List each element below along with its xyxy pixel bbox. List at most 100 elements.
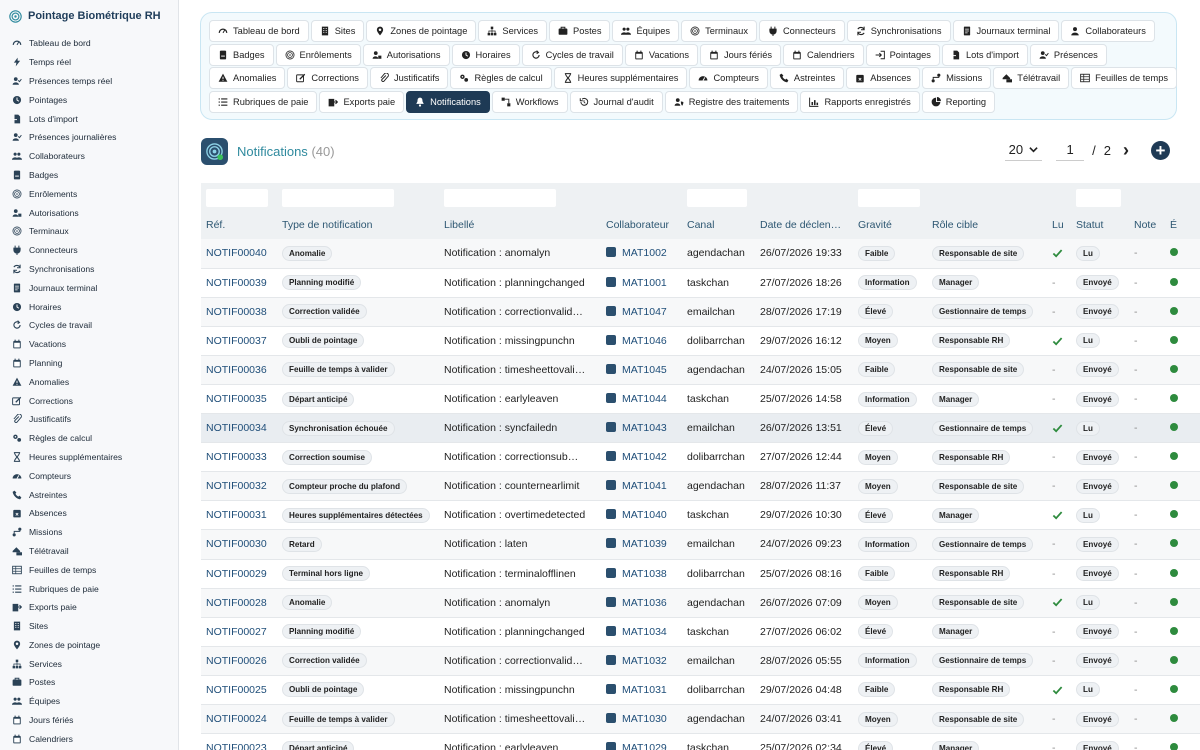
collaborator-link[interactable]: MAT1043 xyxy=(622,422,667,434)
ref-link[interactable]: NOTIF00039 xyxy=(206,277,267,289)
sidebar-item-calendriers[interactable]: Calendriers xyxy=(0,729,178,748)
tab-zones-de-pointage[interactable]: Zones de pointage xyxy=(366,19,477,42)
ref-link[interactable]: NOTIF00035 xyxy=(206,393,267,405)
cell-collaborateur[interactable]: MAT1039 xyxy=(601,530,682,559)
sidebar-item-presences-temps-reel[interactable]: Présences temps réel xyxy=(0,72,178,91)
ref-link[interactable]: NOTIF00033 xyxy=(206,451,267,463)
column-header-e[interactable]: É xyxy=(1165,210,1200,239)
tab-connecteurs[interactable]: Connecteurs xyxy=(758,19,845,42)
cell-ref[interactable]: NOTIF00027 xyxy=(201,617,277,646)
sidebar-item-journaux-terminal[interactable]: Journaux terminal xyxy=(0,278,178,297)
sidebar-item-pointages[interactable]: Pointages xyxy=(0,90,178,109)
ref-link[interactable]: NOTIF00037 xyxy=(206,335,267,347)
collaborator-link[interactable]: MAT1038 xyxy=(622,568,667,580)
ref-link[interactable]: NOTIF00027 xyxy=(206,626,267,638)
table-row[interactable]: NOTIF00033 Correction soumise Notification… xyxy=(201,443,1200,472)
column-header-lu[interactable]: Lu xyxy=(1047,210,1071,239)
ref-link[interactable]: NOTIF00038 xyxy=(206,306,267,318)
collaborator-link[interactable]: MAT1002 xyxy=(622,247,667,259)
collaborator-link[interactable]: MAT1032 xyxy=(622,655,667,667)
tab-journal-d-audit[interactable]: Journal d'audit xyxy=(569,90,663,113)
tab-lots-d-import[interactable]: Lots d'import xyxy=(941,43,1028,66)
sidebar-item-corrections[interactable]: Corrections xyxy=(0,391,178,410)
cell-ref[interactable]: NOTIF00038 xyxy=(201,297,277,326)
column-header-libelle[interactable]: Libellé xyxy=(439,210,601,239)
page-number-input[interactable]: 1 xyxy=(1056,139,1085,161)
collaborator-link[interactable]: MAT1034 xyxy=(622,626,667,638)
tab-autorisations[interactable]: Autorisations xyxy=(362,43,450,66)
cell-ref[interactable]: NOTIF00023 xyxy=(201,734,277,750)
column-header-gravite[interactable]: Gravité xyxy=(853,210,927,239)
cell-ref[interactable]: NOTIF00034 xyxy=(201,414,277,443)
sidebar-item-jours-feries[interactable]: Jours fériés xyxy=(0,711,178,730)
tab-horaires[interactable]: Horaires xyxy=(451,43,520,66)
cell-ref[interactable]: NOTIF00033 xyxy=(201,443,277,472)
ref-link[interactable]: NOTIF00040 xyxy=(206,247,267,259)
tab-presences[interactable]: Présences xyxy=(1029,43,1107,66)
sidebar-item-vacations[interactable]: Vacations xyxy=(0,335,178,354)
sidebar-item-missions[interactable]: Missions xyxy=(0,523,178,542)
sidebar-item-collaborateurs[interactable]: Collaborateurs xyxy=(0,147,178,166)
sidebar-item-planning[interactable]: Planning xyxy=(0,354,178,373)
tab-corrections[interactable]: Corrections xyxy=(287,67,368,90)
sidebar-item-cycles-de-travail[interactable]: Cycles de travail xyxy=(0,316,178,335)
collaborator-link[interactable]: MAT1030 xyxy=(622,713,667,725)
table-row[interactable]: NOTIF00040 Anomalie Notification : anomaly… xyxy=(201,239,1200,269)
filter-ref-input[interactable] xyxy=(206,188,268,207)
cell-collaborateur[interactable]: MAT1002 xyxy=(601,239,682,268)
cell-ref[interactable]: NOTIF00035 xyxy=(201,384,277,413)
sidebar-item-badges[interactable]: Badges xyxy=(0,166,178,185)
tab-teletravail[interactable]: Télétravail xyxy=(993,67,1070,90)
collaborator-link[interactable]: MAT1046 xyxy=(622,335,667,347)
sidebar-item-astreintes[interactable]: Astreintes xyxy=(0,485,178,504)
tab-postes[interactable]: Postes xyxy=(549,19,611,42)
tab-workflows[interactable]: Workflows xyxy=(491,90,568,113)
cell-collaborateur[interactable]: MAT1029 xyxy=(601,734,682,750)
collaborator-link[interactable]: MAT1036 xyxy=(622,597,667,609)
cell-ref[interactable]: NOTIF00032 xyxy=(201,472,277,501)
tab-sites[interactable]: Sites xyxy=(310,19,365,42)
tab-enrolements[interactable]: Enrôlements xyxy=(275,43,361,66)
tab-vacations[interactable]: Vacations xyxy=(624,43,698,66)
column-header-statut[interactable]: Statut xyxy=(1071,210,1129,239)
column-header-role-cible[interactable]: Rôle cible xyxy=(927,210,1047,239)
ref-link[interactable]: NOTIF00025 xyxy=(206,684,267,696)
ref-link[interactable]: NOTIF00024 xyxy=(206,713,267,725)
cell-ref[interactable]: NOTIF00026 xyxy=(201,646,277,675)
sidebar-item-feuilles-de-temps[interactable]: Feuilles de temps xyxy=(0,560,178,579)
app-brand[interactable]: Pointage Biométrique RH xyxy=(0,0,178,32)
cell-collaborateur[interactable]: MAT1038 xyxy=(601,559,682,588)
tab-notifications[interactable]: Notifications xyxy=(406,90,490,113)
sidebar-item-compteurs[interactable]: Compteurs xyxy=(0,466,178,485)
table-row[interactable]: NOTIF00036 Feuille de temps à valider Noti… xyxy=(201,355,1200,385)
sidebar-item-heures-supplementaires[interactable]: Heures supplémentaires xyxy=(0,448,178,467)
table-row[interactable]: NOTIF00031 Heures supplémentaires détecté… xyxy=(201,501,1200,530)
table-row[interactable]: NOTIF00034 Synchronisation échouée Notific… xyxy=(201,413,1200,443)
tab-tableau-de-bord[interactable]: Tableau de bord xyxy=(209,19,309,42)
tab-calendriers[interactable]: Calendriers xyxy=(783,43,864,66)
sidebar-item-teletravail[interactable]: Télétravail xyxy=(0,542,178,561)
sidebar-item-services[interactable]: Services xyxy=(0,654,178,673)
cell-collaborateur[interactable]: MAT1046 xyxy=(601,326,682,355)
collaborator-link[interactable]: MAT1047 xyxy=(622,306,667,318)
tab-anomalies[interactable]: Anomalies xyxy=(209,67,286,90)
tab-registre-des-traitements[interactable]: Registre des traitements xyxy=(664,90,799,113)
cell-ref[interactable]: NOTIF00031 xyxy=(201,501,277,530)
sidebar-item-temps-reel[interactable]: Temps réel xyxy=(0,53,178,72)
collaborator-link[interactable]: MAT1001 xyxy=(622,277,667,289)
ref-link[interactable]: NOTIF00028 xyxy=(206,597,267,609)
collaborator-link[interactable]: MAT1044 xyxy=(622,393,667,405)
sidebar-item-horaires[interactable]: Horaires xyxy=(0,297,178,316)
cell-ref[interactable]: NOTIF00030 xyxy=(201,530,277,559)
table-row[interactable]: NOTIF00035 Départ anticipé Notification : … xyxy=(201,384,1200,414)
filter-gravite-input[interactable] xyxy=(858,188,920,207)
column-header-canal[interactable]: Canal xyxy=(682,210,755,239)
table-row[interactable]: NOTIF00027 Planning modifié Notification :… xyxy=(201,617,1200,647)
cell-ref[interactable]: NOTIF00037 xyxy=(201,326,277,355)
tab-reporting[interactable]: Reporting xyxy=(921,90,996,113)
sidebar-item-connecteurs[interactable]: Connecteurs xyxy=(0,241,178,260)
table-row[interactable]: NOTIF00029 Terminal hors ligne Notificatio… xyxy=(201,559,1200,589)
cell-ref[interactable]: NOTIF00039 xyxy=(201,268,277,297)
sidebar-item-exports-paie[interactable]: Exports paie xyxy=(0,598,178,617)
cell-collaborateur[interactable]: MAT1034 xyxy=(601,617,682,646)
